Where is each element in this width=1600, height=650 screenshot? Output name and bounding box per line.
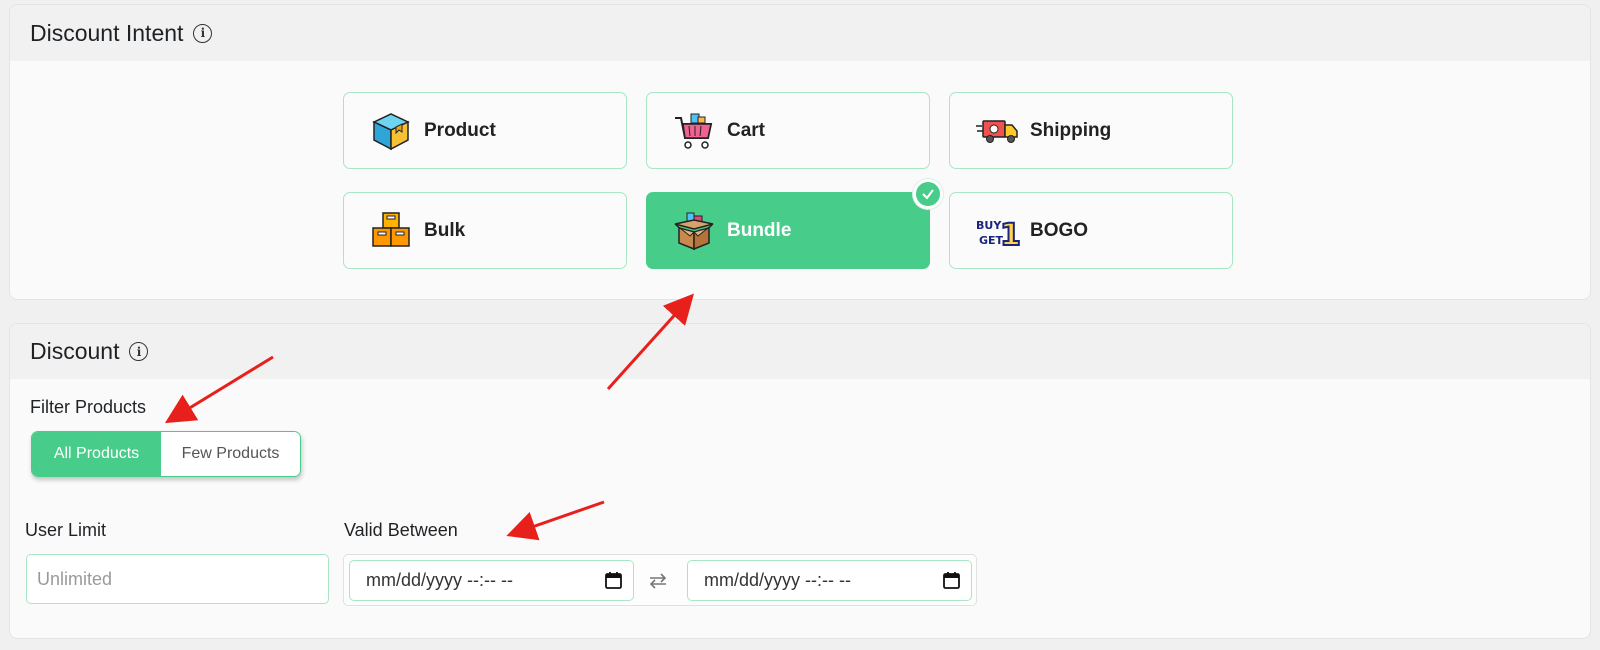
intent-option-label: Cart bbox=[727, 119, 766, 141]
intent-option-label: Bundle bbox=[727, 219, 792, 241]
discount-intent-header: Discount Intent i bbox=[10, 5, 1590, 61]
valid-between-label: Valid Between bbox=[344, 520, 458, 540]
product-box-icon bbox=[372, 112, 410, 150]
intent-option-label: Product bbox=[424, 119, 496, 141]
filter-products-toggle: All Products Few Products bbox=[31, 431, 301, 477]
end-date-input[interactable]: mm/dd/yyyy --:-- -- bbox=[687, 560, 972, 601]
intent-option-bogo[interactable]: BUY GET 1 BOGO bbox=[949, 192, 1233, 269]
discount-intent-panel: Discount Intent i Product Cart Shipping … bbox=[9, 4, 1591, 300]
delivery-truck-icon bbox=[976, 119, 1018, 143]
end-date-placeholder: mm/dd/yyyy --:-- -- bbox=[704, 570, 851, 590]
open-bundle-box-icon bbox=[674, 212, 714, 250]
discount-intent-title: Discount Intent bbox=[30, 19, 184, 46]
discount-panel: Discount i Filter Products All Products … bbox=[9, 323, 1591, 639]
intent-option-label: Shipping bbox=[1030, 119, 1112, 141]
intent-option-bundle[interactable]: Bundle bbox=[646, 179, 943, 269]
selected-check-icon bbox=[913, 179, 943, 209]
intent-option-product[interactable]: Product bbox=[343, 92, 627, 169]
start-date-input[interactable]: mm/dd/yyyy --:-- -- bbox=[349, 560, 634, 601]
bogo-icon-buy-text: BUY bbox=[976, 219, 1002, 232]
info-icon[interactable]: i bbox=[129, 342, 149, 361]
few-products-option[interactable]: Few Products bbox=[161, 432, 300, 476]
filter-products-label: Filter Products bbox=[30, 397, 147, 417]
valid-between-range: mm/dd/yyyy --:-- -- mm/dd/yyyy --:-- -- bbox=[343, 554, 977, 606]
stacked-boxes-icon bbox=[372, 211, 410, 247]
bogo-icon-one-text: 1 bbox=[1000, 218, 1020, 253]
discount-header: Discount i bbox=[10, 324, 1590, 379]
user-limit-label: User Limit bbox=[25, 520, 107, 540]
shopping-cart-icon bbox=[675, 113, 713, 149]
intent-option-shipping[interactable]: Shipping bbox=[949, 92, 1233, 169]
user-limit-input[interactable] bbox=[26, 554, 329, 604]
discount-title: Discount bbox=[30, 338, 120, 364]
intent-option-label: BOGO bbox=[1030, 219, 1089, 241]
calendar-icon[interactable] bbox=[604, 571, 623, 590]
intent-option-cart[interactable]: Cart bbox=[646, 92, 930, 169]
calendar-icon[interactable] bbox=[942, 571, 961, 590]
start-date-placeholder: mm/dd/yyyy --:-- -- bbox=[366, 570, 513, 590]
all-products-option[interactable]: All Products bbox=[32, 432, 161, 476]
intent-option-bulk[interactable]: Bulk bbox=[343, 192, 627, 269]
swap-arrows-icon bbox=[649, 573, 667, 589]
buy-get-one-icon: BUY GET 1 bbox=[976, 217, 1020, 254]
info-icon[interactable]: i bbox=[193, 23, 213, 43]
intent-option-label: Bulk bbox=[424, 219, 466, 241]
